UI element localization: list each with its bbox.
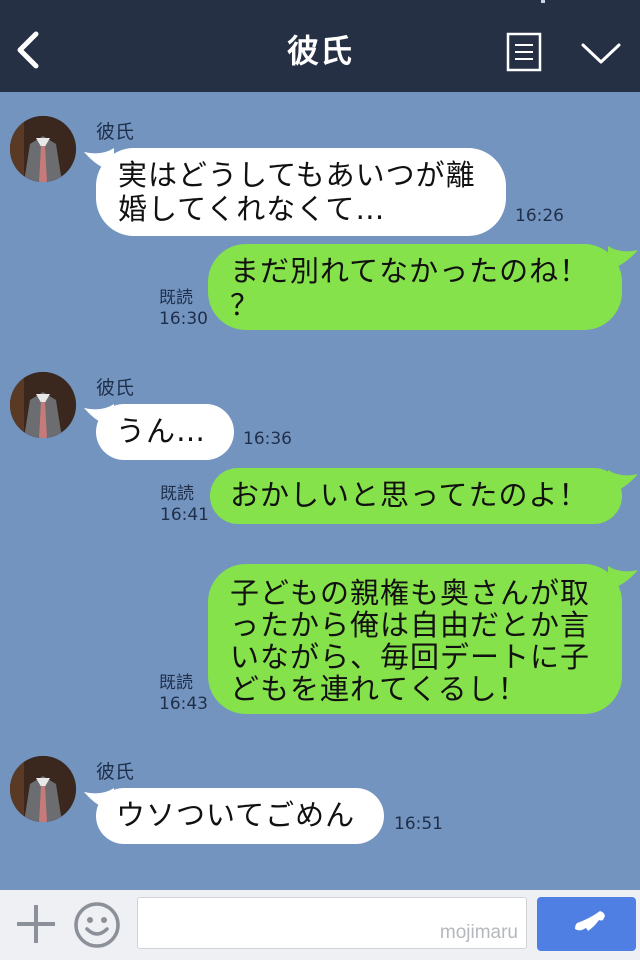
message-bubble-outgoing[interactable]: まだ別れてなかったのね！ ？ — [208, 244, 622, 330]
read-label: 既読 — [160, 484, 194, 504]
message-text: おかしいと思ってたのよ！ — [230, 478, 589, 512]
read-label: 既読 — [159, 288, 193, 308]
sender-name: 彼氏 — [96, 377, 135, 399]
chevron-down-icon[interactable] — [580, 40, 622, 66]
status-bar-fragment — [541, 0, 545, 3]
bubble-tail — [608, 246, 638, 270]
chat-header: 彼氏 — [0, 0, 640, 92]
message-input[interactable]: mojimaru — [137, 897, 527, 949]
plus-icon[interactable] — [14, 902, 58, 946]
message-bubble-outgoing[interactable]: おかしいと思ってたのよ！ — [210, 468, 622, 524]
chat-title: 彼氏 — [286, 32, 353, 70]
menu-list-icon[interactable] — [506, 32, 542, 72]
message-bubble-outgoing[interactable]: 子どもの親権も奥さんが取 ったから俺は自由だとか言 いながら、毎回デートに子 ど… — [208, 564, 622, 714]
phone-icon — [575, 911, 605, 931]
avatar[interactable] — [10, 372, 76, 438]
input-bar: mojimaru — [0, 890, 640, 960]
smiley-icon[interactable] — [73, 901, 121, 949]
message-text: まだ別れてなかったのね！ ？ — [230, 254, 590, 322]
call-button[interactable] — [537, 897, 636, 951]
bubble-tail — [608, 470, 638, 494]
message-bubble-incoming[interactable]: ウソついてごめん — [96, 788, 384, 844]
message-time: 16:41 — [160, 505, 209, 525]
avatar[interactable] — [10, 756, 76, 822]
message-time: 16:36 — [243, 429, 292, 449]
message-text: ウソついてごめん — [116, 798, 356, 832]
message-text: 実はどうしてもあいつが離 婚してくれなくて… — [118, 158, 476, 226]
read-receipt: 既読 16:30 — [159, 288, 208, 330]
message-time: 16:51 — [394, 814, 443, 834]
read-receipt: 既読 16:41 — [160, 484, 209, 526]
message-text: うん… — [116, 414, 207, 448]
bubble-tail — [608, 566, 638, 590]
message-time: 16:43 — [159, 694, 208, 714]
sender-name: 彼氏 — [96, 121, 135, 143]
read-label: 既読 — [159, 673, 193, 693]
read-receipt: 既読 16:43 — [159, 673, 208, 715]
message-bubble-incoming[interactable]: 実はどうしてもあいつが離 婚してくれなくて… — [96, 148, 506, 236]
message-bubble-incoming[interactable]: うん… — [96, 404, 234, 460]
avatar[interactable] — [10, 116, 76, 182]
message-time: 16:30 — [159, 309, 208, 329]
chat-area: 彼氏 実はどうしてもあいつが離 婚してくれなくて… 16:26 既読 16:30… — [0, 92, 640, 890]
watermark: mojimaru — [439, 922, 518, 943]
message-time: 16:26 — [515, 206, 564, 226]
message-text: 子どもの親権も奥さんが取 ったから俺は自由だとか言 いながら、毎回デートに子 ど… — [230, 576, 591, 706]
sender-name: 彼氏 — [96, 761, 135, 783]
